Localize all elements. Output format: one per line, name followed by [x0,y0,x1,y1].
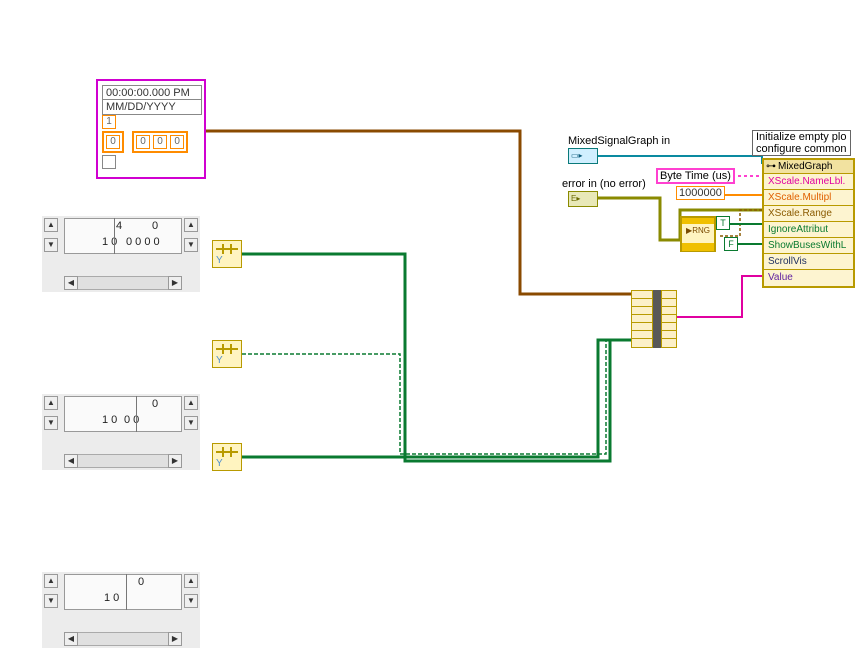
waveform-constant: 00:00:00.000 PM MM/DD/YYYY 1 0 0 0 0 [96,79,206,179]
byte-time-label: Byte Time (us) [656,168,735,184]
prop-xscale-range[interactable]: XScale.Range [764,206,853,222]
prop-ignore-attributes[interactable]: IgnoreAttribut [764,222,853,238]
array0-dn-1[interactable]: ▼ [184,238,198,252]
prop-xscale-namelbl[interactable]: XScale.NameLbl. [764,174,853,190]
merge-signals-node[interactable] [653,290,661,348]
true-constant[interactable]: T [716,216,730,230]
graph-ref-label: MixedSignalGraph in [568,135,670,147]
array1-dn-1[interactable]: ▼ [184,416,198,430]
array1-up-0[interactable]: ▲ [44,396,58,410]
false-constant[interactable]: F [724,237,738,251]
waveform-cell-0[interactable]: 0 [136,135,150,149]
prop-show-buses[interactable]: ShowBusesWithL [764,238,853,254]
array1-row-left: 1 0 [102,414,117,426]
array1-row-values: 0 0 [124,414,139,426]
array1-hscroll[interactable]: ◀ ▶ [64,454,182,468]
array0-up-1[interactable]: ▲ [184,218,198,232]
prop-value[interactable]: Value [764,270,853,286]
array2-dn-1[interactable]: ▼ [184,594,198,608]
waveform-index[interactable]: 0 [106,135,120,149]
array2-dn-0[interactable]: ▼ [44,594,58,608]
range-subvi[interactable]: ▶RNG [680,216,716,252]
graph-ref-terminal[interactable]: ▭▸ [568,148,598,164]
multiplier-constant[interactable]: 1000000 [676,186,725,200]
array2-hscroll[interactable]: ◀ ▶ [64,632,182,646]
build-waveform-cluster[interactable] [631,290,653,348]
array1-header-right: 0 [152,398,158,410]
array-panel-0: 4 0 1 0 0 0 0 0 ▲ ▼ ▲ ▼ ◀ ▶ [42,216,200,292]
array2-up-0[interactable]: ▲ [44,574,58,588]
waveform-time-line2: MM/DD/YYYY [102,99,202,115]
array0-row-left: 1 0 [102,236,117,248]
array0-header-left: 4 [116,220,122,232]
array0-dn-0[interactable]: ▼ [44,238,58,252]
array1-dn-0[interactable]: ▼ [44,416,58,430]
waveform-attr-box [102,155,116,169]
prop-scrollvis[interactable]: ScrollVis [764,254,853,270]
array0-row-values: 0 0 0 0 [126,236,160,248]
error-in-terminal[interactable]: E▸ [568,191,598,207]
waveform-count[interactable]: 1 [102,115,116,129]
waveform-cell-2[interactable]: 0 [170,135,184,149]
array-panel-1: 0 1 0 0 0 ▲ ▼ ▲ ▼ ◀ ▶ [42,394,200,470]
array2-up-1[interactable]: ▲ [184,574,198,588]
comment-caption: Initialize empty plo configure common [752,130,851,156]
merge-output [661,290,677,348]
waveform-y-node-0[interactable] [212,240,242,268]
prop-xscale-multiplier[interactable]: XScale.Multipl [764,190,853,206]
property-node-header: ⊶ MixedGraph [764,160,853,174]
array0-hscroll[interactable]: ◀ ▶ [64,276,182,290]
array0-up-0[interactable]: ▲ [44,218,58,232]
error-in-label: error in (no error) [562,178,646,190]
array-panel-2: 0 1 0 ▲ ▼ ▲ ▼ ◀ ▶ [42,572,200,648]
property-node[interactable]: ⊶ MixedGraph XScale.NameLbl. XScale.Mult… [762,158,855,288]
array1-up-1[interactable]: ▲ [184,396,198,410]
array2-row-left: 1 0 [104,592,119,604]
array0-header-right: 0 [152,220,158,232]
waveform-y-node-2[interactable] [212,443,242,471]
array2-header-right: 0 [138,576,144,588]
waveform-y-node-1[interactable] [212,340,242,368]
waveform-cell-1[interactable]: 0 [153,135,167,149]
